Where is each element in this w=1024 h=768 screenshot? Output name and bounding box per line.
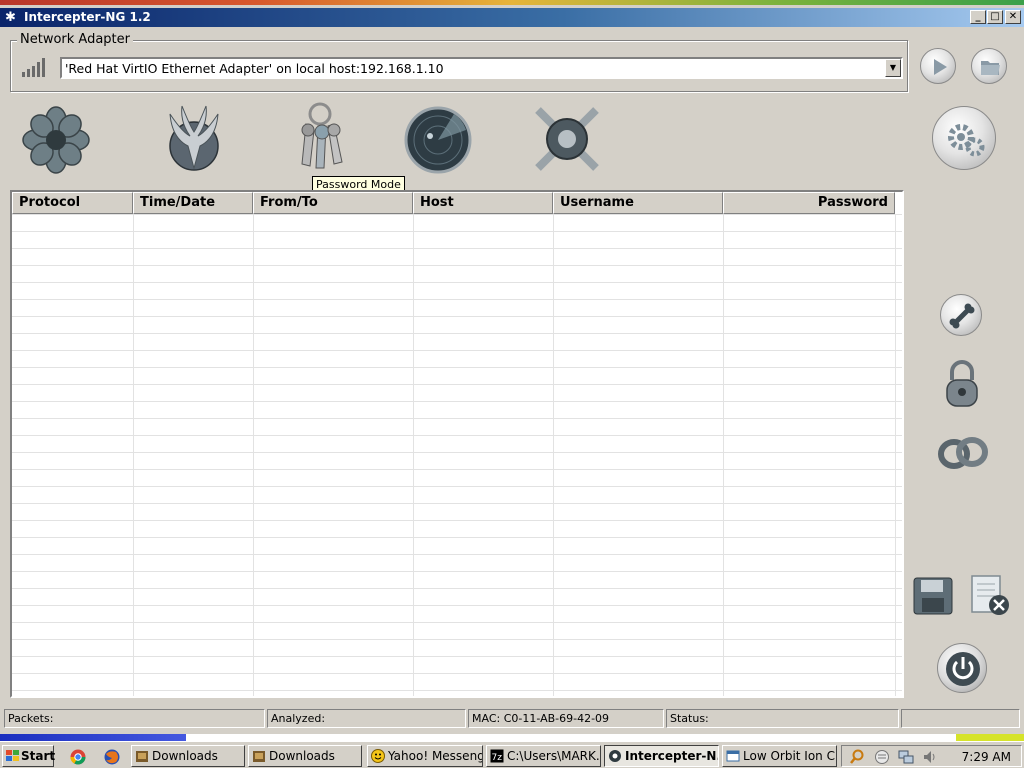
- status-extra-panel: [901, 709, 1020, 728]
- status-bar: Packets: Analyzed: MAC: C0-11-AB-69-42-0…: [4, 709, 1020, 729]
- taskbar-item-intercepter[interactable]: Intercepter-N...: [604, 745, 719, 767]
- column-divider: [133, 214, 134, 696]
- column-header-from-to[interactable]: From/To: [253, 192, 413, 214]
- status-analyzed: Analyzed:: [267, 709, 466, 728]
- svg-text:7z: 7z: [492, 753, 503, 763]
- minimize-button[interactable]: _: [970, 10, 986, 24]
- column-header-username[interactable]: Username: [553, 192, 723, 214]
- exit-button[interactable]: [937, 643, 987, 693]
- taskbar-item-label: Intercepter-N...: [625, 749, 718, 763]
- magnifier-icon[interactable]: [849, 749, 865, 765]
- window-title-bar[interactable]: ✱ Intercepter-NG 1.2 _ □ ✕: [0, 8, 1024, 27]
- save-icon[interactable]: [912, 576, 954, 616]
- table-rows[interactable]: [12, 214, 902, 696]
- flower-icon: [609, 750, 621, 762]
- progress-strip: [0, 734, 1024, 741]
- start-button[interactable]: Start: [2, 745, 56, 767]
- network-adapter-group: Network Adapter 'Red Hat VirtIO Ethernet…: [10, 32, 908, 92]
- settings-button[interactable]: [932, 106, 996, 170]
- window-icon: [726, 750, 740, 762]
- taskbar-item-7zip[interactable]: 7z C:\Users\MARK...: [486, 745, 601, 767]
- chrome-icon[interactable]: [70, 749, 86, 765]
- volume-icon[interactable]: [922, 749, 938, 765]
- table-header: Protocol Time/Date From/To Host Username…: [12, 192, 902, 214]
- column-divider: [895, 214, 896, 696]
- yahoo-smiley-icon: [371, 749, 385, 763]
- column-divider: [413, 214, 414, 696]
- crossed-tools-mode-icon[interactable]: [532, 104, 602, 174]
- column-header-time-date[interactable]: Time/Date: [133, 192, 253, 214]
- clear-list-icon[interactable]: [966, 574, 1012, 618]
- power-icon: [946, 652, 980, 686]
- clock[interactable]: 7:29 AM: [962, 750, 1011, 764]
- status-mac: MAC: C0-11-AB-69-42-09: [468, 709, 664, 728]
- system-tray: 7:29 AM: [841, 745, 1022, 767]
- adapter-selected-value: 'Red Hat VirtIO Ethernet Adapter' on loc…: [65, 61, 444, 76]
- network-adapter-label: Network Adapter: [17, 32, 133, 47]
- taskbar-item-label: Downloads: [269, 749, 335, 763]
- status-packets: Packets:: [4, 709, 265, 728]
- column-divider: [553, 214, 554, 696]
- signal-strength-icon: [22, 58, 45, 77]
- open-file-button[interactable]: [971, 48, 1007, 84]
- 7zip-icon: 7z: [490, 749, 504, 763]
- taskbar-item-downloads-2[interactable]: Downloads: [248, 745, 362, 767]
- column-header-password[interactable]: Password: [723, 192, 895, 214]
- column-header-host[interactable]: Host: [413, 192, 553, 214]
- taskbar-item-label: Downloads: [152, 749, 218, 763]
- windows-logo-icon: [6, 750, 19, 761]
- flower-mode-icon[interactable]: [22, 106, 90, 174]
- column-header-protocol[interactable]: Protocol: [12, 192, 133, 214]
- bone-icon: [949, 303, 975, 329]
- taskbar-item-loic[interactable]: Low Orbit Ion C...: [722, 745, 837, 767]
- taskbar-item-downloads-1[interactable]: Downloads: [131, 745, 245, 767]
- start-label: Start: [21, 749, 56, 763]
- taskbar-item-label: C:\Users\MARK...: [507, 749, 601, 763]
- password-table[interactable]: Protocol Time/Date From/To Host Username…: [10, 190, 904, 698]
- network-tray-icon[interactable]: [898, 749, 914, 765]
- messenger-tray-icon[interactable]: [874, 749, 890, 765]
- app-gear-icon: ✱: [5, 10, 16, 25]
- firefox-icon[interactable]: [104, 749, 120, 765]
- close-button[interactable]: ✕: [1005, 10, 1021, 24]
- window-title: Intercepter-NG 1.2: [24, 10, 151, 24]
- top-color-strip: [0, 0, 1024, 5]
- progress-fill-right: [956, 734, 1024, 741]
- play-icon: [934, 59, 947, 75]
- maximize-button[interactable]: □: [987, 10, 1003, 24]
- adapter-select[interactable]: 'Red Hat VirtIO Ethernet Adapter' on loc…: [60, 57, 903, 79]
- radar-mode-icon[interactable]: [404, 106, 472, 174]
- downloads-icon: [253, 751, 265, 762]
- status-text: Status:: [666, 709, 899, 728]
- taskbar-item-label: Yahoo! Messenger: [388, 749, 482, 763]
- padlock-icon[interactable]: [944, 360, 980, 408]
- column-divider: [723, 214, 724, 696]
- phoenix-mode-icon[interactable]: [160, 102, 228, 176]
- start-sniffing-button[interactable]: [920, 48, 956, 84]
- chevron-down-icon[interactable]: ▼: [885, 59, 901, 77]
- gears-icon: [948, 124, 985, 157]
- taskbar-item-label: Low Orbit Ion C...: [743, 749, 837, 763]
- rings-icon[interactable]: [938, 434, 988, 472]
- keys-icon[interactable]: [294, 100, 348, 172]
- column-divider: [253, 214, 254, 696]
- bone-tool-button[interactable]: [940, 294, 982, 336]
- taskbar: Start Downloads Downloads Yahoo! Messeng…: [0, 741, 1024, 768]
- folder-icon: [981, 61, 1000, 75]
- downloads-icon: [136, 751, 148, 762]
- progress-fill: [0, 734, 186, 741]
- taskbar-item-yahoo-messenger[interactable]: Yahoo! Messenger: [367, 745, 483, 767]
